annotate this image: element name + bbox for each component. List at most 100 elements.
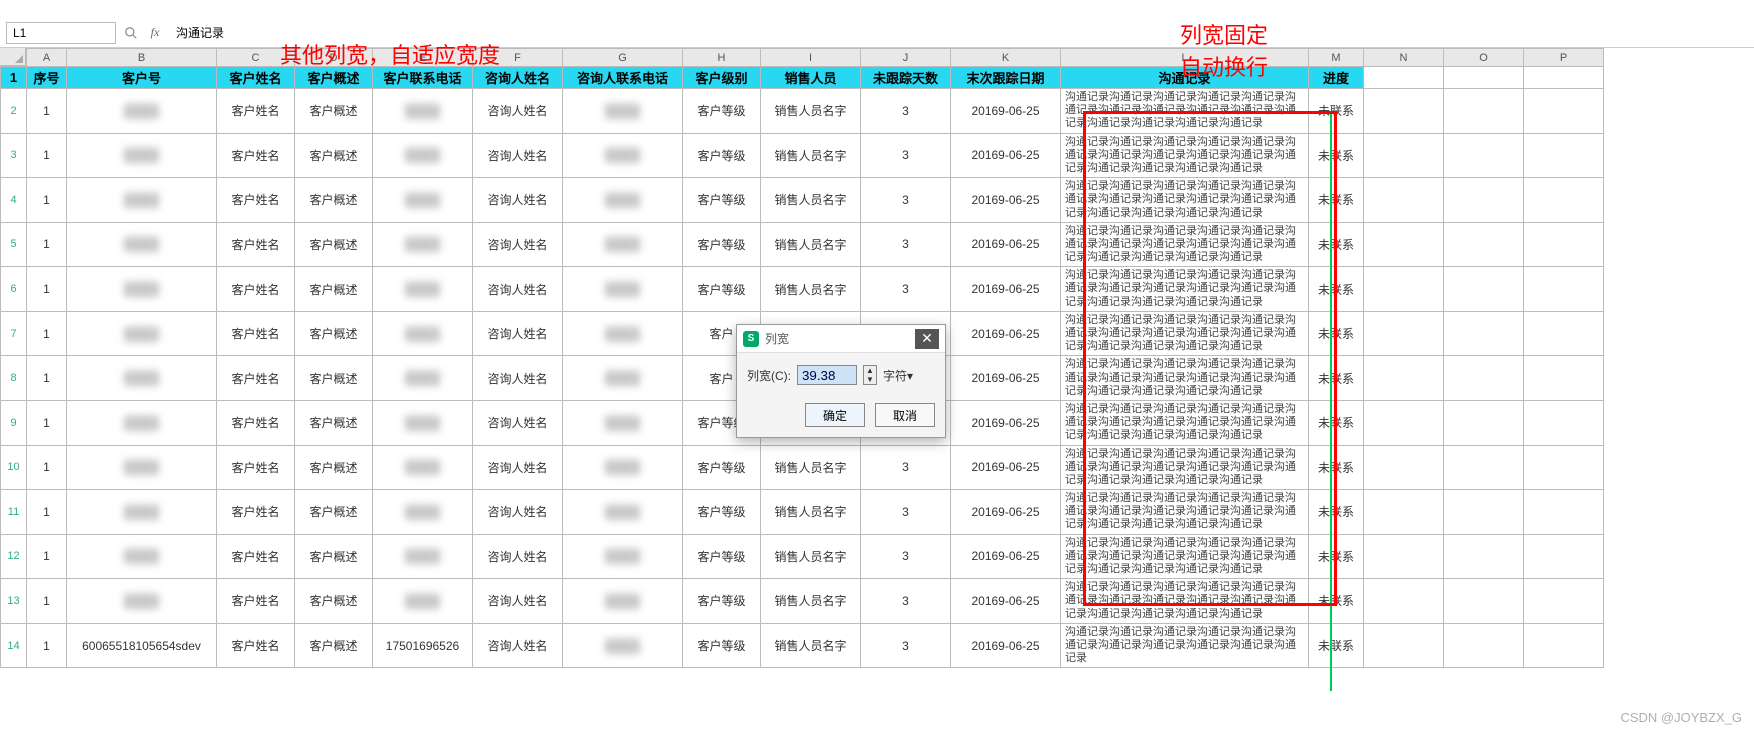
cell[interactable]	[1364, 579, 1444, 624]
cell[interactable]: 20169-06-25	[951, 133, 1061, 178]
cell[interactable]: 沟通记录沟通记录沟通记录沟通记录沟通记录沟通记录沟通记录沟通记录沟通记录沟通记录…	[1061, 267, 1309, 312]
cell[interactable]: 客户等级	[683, 445, 761, 490]
cell[interactable]: ████	[67, 534, 217, 579]
header-cell[interactable]: 客户号	[67, 67, 217, 89]
cell[interactable]: 1	[27, 490, 67, 535]
name-box[interactable]	[6, 22, 116, 44]
cell[interactable]: 客户概述	[295, 222, 373, 267]
cell[interactable]: 3	[861, 267, 951, 312]
cell[interactable]	[1524, 490, 1604, 535]
cell[interactable]: 咨询人姓名	[473, 89, 563, 134]
cell[interactable]: ████	[373, 222, 473, 267]
cell[interactable]: 未联系	[1309, 356, 1364, 401]
cell[interactable]: 客户概述	[295, 400, 373, 445]
cell[interactable]	[1444, 490, 1524, 535]
cell[interactable]: 销售人员名字	[761, 534, 861, 579]
cell[interactable]: 20169-06-25	[951, 579, 1061, 624]
cell[interactable]	[1524, 67, 1604, 89]
cell[interactable]: 客户等级	[683, 222, 761, 267]
cell[interactable]: ████	[563, 133, 683, 178]
cell[interactable]	[1444, 267, 1524, 312]
ok-button[interactable]: 确定	[805, 403, 865, 427]
cell[interactable]	[1444, 222, 1524, 267]
cell[interactable]: 60065518105654sdev	[67, 623, 217, 668]
spinner-buttons[interactable]: ▲▼	[863, 365, 877, 385]
cell[interactable]: 沟通记录沟通记录沟通记录沟通记录沟通记录沟通记录沟通记录沟通记录沟通记录沟通记录…	[1061, 445, 1309, 490]
cell[interactable]: 咨询人姓名	[473, 623, 563, 668]
cell[interactable]	[1444, 89, 1524, 134]
cell[interactable]	[1444, 445, 1524, 490]
cell[interactable]: 客户等级	[683, 133, 761, 178]
cell[interactable]: ████	[373, 534, 473, 579]
dialog-close-button[interactable]: ✕	[915, 329, 939, 349]
column-header-O[interactable]: O	[1444, 49, 1524, 67]
cell[interactable]	[1524, 400, 1604, 445]
row-header[interactable]: 14	[1, 623, 27, 668]
cell[interactable]: 未联系	[1309, 400, 1364, 445]
cell[interactable]: 沟通记录沟通记录沟通记录沟通记录沟通记录沟通记录沟通记录沟通记录沟通记录沟通记录…	[1061, 534, 1309, 579]
cell[interactable]: 沟通记录沟通记录沟通记录沟通记录沟通记录沟通记录沟通记录沟通记录沟通记录沟通记录…	[1061, 178, 1309, 223]
cell[interactable]: 咨询人姓名	[473, 311, 563, 356]
row-header[interactable]: 4	[1, 178, 27, 223]
cell[interactable]: 1	[27, 178, 67, 223]
cell[interactable]: ████	[67, 490, 217, 535]
cell[interactable]: 1	[27, 579, 67, 624]
cell[interactable]: ████	[67, 178, 217, 223]
cell[interactable]: ████	[67, 222, 217, 267]
spin-down-icon[interactable]: ▼	[864, 375, 876, 384]
header-cell[interactable]: 咨询人联系电话	[563, 67, 683, 89]
cell[interactable]: 3	[861, 490, 951, 535]
column-header-N[interactable]: N	[1364, 49, 1444, 67]
cell[interactable]: 1	[27, 267, 67, 312]
cell[interactable]: 客户姓名	[217, 133, 295, 178]
cancel-button[interactable]: 取消	[875, 403, 935, 427]
cell[interactable]: ████	[563, 222, 683, 267]
cell[interactable]: 客户姓名	[217, 311, 295, 356]
cell[interactable]	[1444, 178, 1524, 223]
cell[interactable]: 20169-06-25	[951, 400, 1061, 445]
cell[interactable]: 1	[27, 623, 67, 668]
cell[interactable]	[1524, 445, 1604, 490]
cell[interactable]: 客户概述	[295, 89, 373, 134]
column-header-L[interactable]: L	[1061, 49, 1309, 67]
column-header-P[interactable]: P	[1524, 49, 1604, 67]
cell[interactable]: 客户等级	[683, 89, 761, 134]
cell[interactable]: 未联系	[1309, 579, 1364, 624]
row-header[interactable]: 6	[1, 267, 27, 312]
cell[interactable]	[1524, 534, 1604, 579]
cell[interactable]	[1444, 67, 1524, 89]
cell[interactable]: 沟通记录沟通记录沟通记录沟通记录沟通记录沟通记录沟通记录沟通记录沟通记录沟通记录…	[1061, 490, 1309, 535]
cell[interactable]: 沟通记录沟通记录沟通记录沟通记录沟通记录沟通记录沟通记录沟通记录沟通记录沟通记录…	[1061, 133, 1309, 178]
cell[interactable]: ████	[373, 579, 473, 624]
cell[interactable]: 咨询人姓名	[473, 400, 563, 445]
cell[interactable]: 客户等级	[683, 623, 761, 668]
cell[interactable]: 1	[27, 311, 67, 356]
cell[interactable]: 咨询人姓名	[473, 267, 563, 312]
cell[interactable]	[1364, 89, 1444, 134]
cell[interactable]: 客户姓名	[217, 579, 295, 624]
row-header[interactable]: 12	[1, 534, 27, 579]
cell[interactable]: 客户等级	[683, 267, 761, 312]
cell[interactable]: ████	[373, 267, 473, 312]
cell[interactable]: ████	[563, 579, 683, 624]
cell[interactable]: 客户概述	[295, 534, 373, 579]
cell[interactable]: ████	[563, 356, 683, 401]
cell[interactable]: 未联系	[1309, 267, 1364, 312]
column-header-I[interactable]: I	[761, 49, 861, 67]
cell[interactable]: 17501696526	[373, 623, 473, 668]
cell[interactable]: 客户姓名	[217, 356, 295, 401]
cell[interactable]: ████	[373, 311, 473, 356]
column-width-input[interactable]	[797, 365, 857, 385]
cell[interactable]: 销售人员名字	[761, 178, 861, 223]
row-header[interactable]: 7	[1, 311, 27, 356]
cell[interactable]: 客户姓名	[217, 178, 295, 223]
row-header[interactable]: 2	[1, 89, 27, 134]
row-header[interactable]: 11	[1, 490, 27, 535]
cell[interactable]: 客户姓名	[217, 400, 295, 445]
cell[interactable]: ████	[373, 89, 473, 134]
cell[interactable]: 沟通记录沟通记录沟通记录沟通记录沟通记录沟通记录沟通记录沟通记录沟通记录沟通记录…	[1061, 623, 1309, 668]
cell[interactable]: 咨询人姓名	[473, 178, 563, 223]
cell[interactable]: 未联系	[1309, 490, 1364, 535]
cell[interactable]: 3	[861, 579, 951, 624]
column-header-B[interactable]: B	[67, 49, 217, 67]
